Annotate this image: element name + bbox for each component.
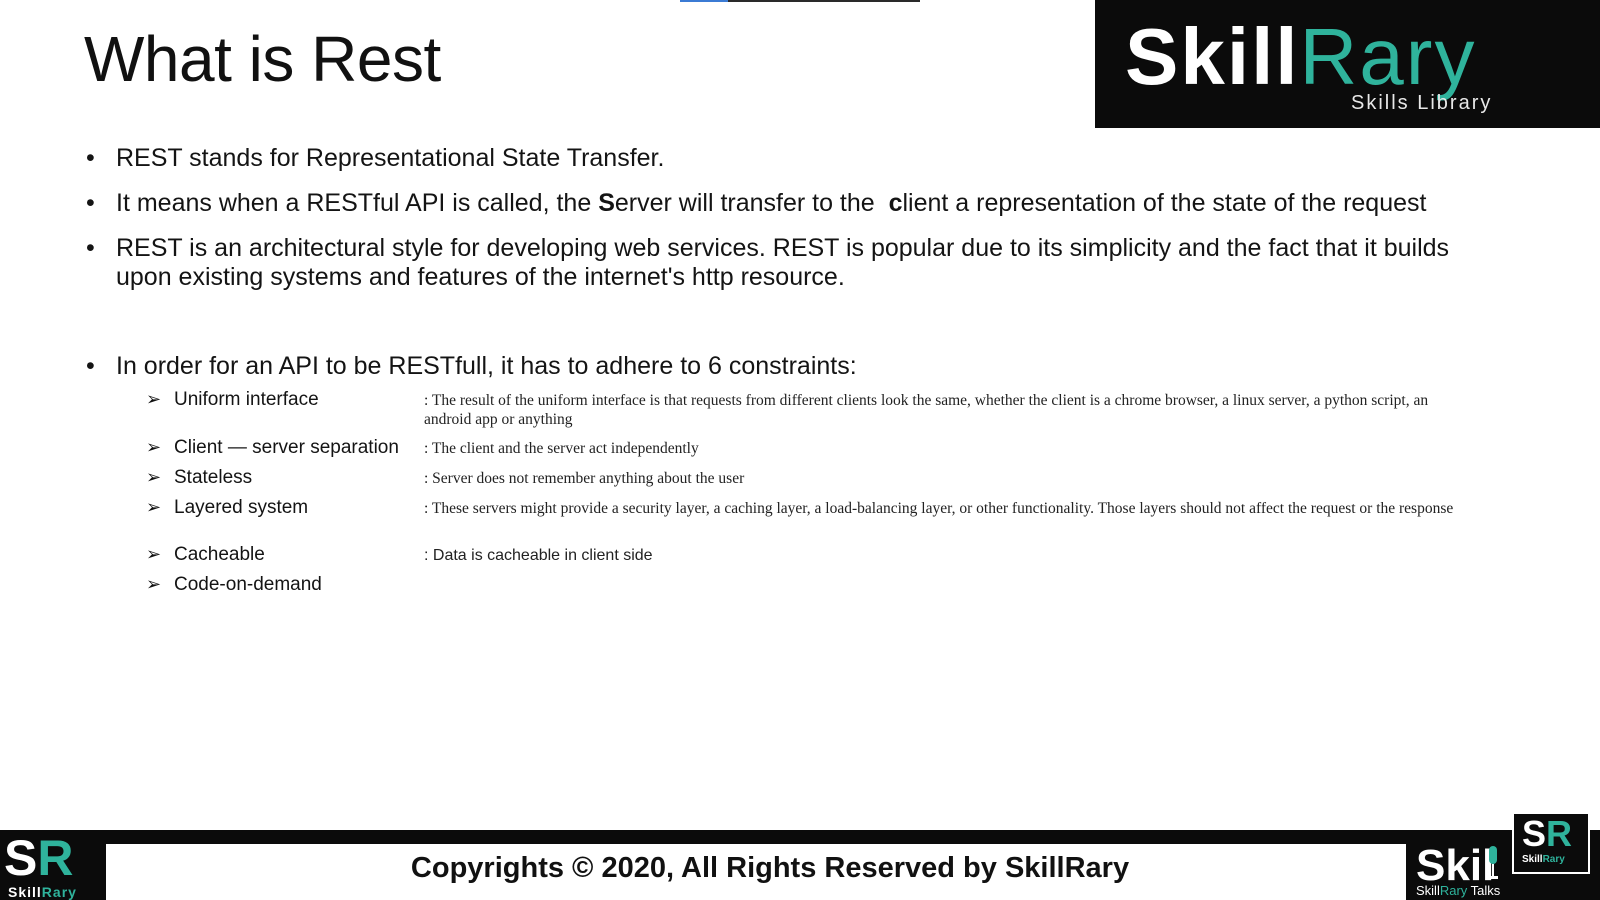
- constraint-item-cacheable: ➢ Cacheable : Data is cacheable in clien…: [146, 542, 1486, 572]
- sr-word-rary: Rary: [41, 884, 77, 900]
- footer-copyright: Copyrights © 2020, All Rights Reserved b…: [410, 852, 1130, 884]
- bullet-bold-c: c: [888, 189, 903, 217]
- badge-word-skill: Skill: [1522, 854, 1543, 865]
- bullet-constraints-intro: • In order for an API to be RESTfull, it…: [86, 352, 1486, 381]
- bullet-rest-definition: • REST stands for Representational State…: [86, 144, 1486, 173]
- bullet-dot: •: [86, 234, 95, 262]
- badge-letter-s: S: [1522, 813, 1547, 854]
- constraint-item-stateless: ➢ Stateless : Server does not remember a…: [146, 465, 1486, 495]
- sr-monogram: SR: [4, 830, 73, 886]
- badge-letter-r: R: [1546, 813, 1573, 854]
- microphone-icon: [1488, 846, 1498, 879]
- talks-caption: SkillRary Talks: [1416, 884, 1500, 898]
- sr-logo-left: SR SkillRary: [0, 830, 106, 900]
- talks-caption-talks: Talks: [1467, 883, 1501, 898]
- constraint-name: Stateless: [174, 467, 253, 488]
- badge-monogram: SR: [1522, 814, 1572, 854]
- footer-divider: [0, 830, 1600, 844]
- skillrary-logo: SkillRary Skills Library: [1095, 0, 1600, 128]
- logo-skill-text: Skill: [1125, 12, 1300, 101]
- bullet-dot: •: [86, 189, 95, 217]
- constraint-item-uniform-interface: ➢ Uniform interface : The result of the …: [146, 387, 1486, 435]
- constraint-description: : The result of the uniform interface is…: [424, 392, 1429, 428]
- arrow-bullet-icon: ➢: [146, 389, 162, 409]
- constraint-description: : Data is cacheable in client side: [424, 547, 653, 564]
- badge-word-rary: Rary: [1542, 854, 1565, 865]
- sr-word-skill: Skill: [8, 884, 42, 900]
- bullet-text: In order for an API to be RESTfull, it h…: [116, 352, 857, 380]
- logo-wordmark: SkillRary: [1125, 12, 1476, 102]
- bullet-bold-s: S: [598, 189, 615, 217]
- constraint-description: : These servers might provide a security…: [424, 500, 1454, 517]
- bullet-restful-meaning: • It means when a RESTful API is called,…: [86, 189, 1486, 218]
- sr-badge-logo: SR SkillRary: [1512, 812, 1590, 874]
- bullet-text-part: It means when a RESTful API is called, t…: [116, 189, 599, 217]
- constraint-item-code-on-demand: ➢ Code-on-demand: [146, 572, 1486, 602]
- bullet-architectural-style: • REST is an architectural style for dev…: [86, 234, 1486, 292]
- bullet-text-part: erver will transfer to the: [614, 189, 889, 217]
- arrow-bullet-icon: ➢: [146, 574, 162, 594]
- constraint-description: : Server does not remember anything abou…: [424, 470, 745, 487]
- top-progress-bar: [680, 0, 920, 2]
- arrow-bullet-icon: ➢: [146, 437, 162, 457]
- sr-letter-s: S: [4, 830, 38, 886]
- bullet-text: REST stands for Representational State T…: [116, 144, 665, 172]
- sr-wordmark: SkillRary: [8, 884, 77, 900]
- constraint-name: Cacheable: [174, 544, 265, 565]
- constraint-name: Client — server separation: [174, 437, 399, 458]
- slide-content: • REST stands for Representational State…: [86, 144, 1486, 602]
- logo-rary-text: Rary: [1299, 12, 1477, 101]
- arrow-bullet-icon: ➢: [146, 544, 162, 564]
- sr-letter-r: R: [37, 830, 74, 886]
- constraint-name: Uniform interface: [174, 389, 319, 410]
- bullet-text: REST is an architectural style for devel…: [116, 234, 1450, 291]
- talks-caption-skill: Skill: [1416, 883, 1440, 898]
- arrow-bullet-icon: ➢: [146, 497, 162, 517]
- bullet-text-part: lient a representation of the state of t…: [902, 189, 1427, 217]
- constraint-description: [424, 572, 1454, 576]
- talks-caption-rary: Rary: [1439, 883, 1468, 898]
- slide-title: What is Rest: [84, 23, 441, 95]
- constraint-name: Layered system: [174, 497, 309, 518]
- constraints-list: ➢ Uniform interface : The result of the …: [146, 387, 1486, 602]
- bullet-dot: •: [86, 352, 95, 380]
- constraint-item-layered-system: ➢ Layered system : These servers might p…: [146, 495, 1486, 542]
- logo-tagline: Skills Library: [1351, 92, 1493, 114]
- constraint-name: Code-on-demand: [174, 574, 322, 595]
- constraint-description: : The client and the server act independ…: [424, 440, 699, 457]
- bullet-dot: •: [86, 144, 95, 172]
- arrow-bullet-icon: ➢: [146, 467, 162, 487]
- constraint-item-client-server: ➢ Client — server separation : The clien…: [146, 435, 1486, 465]
- badge-wordmark: SkillRary: [1522, 854, 1565, 866]
